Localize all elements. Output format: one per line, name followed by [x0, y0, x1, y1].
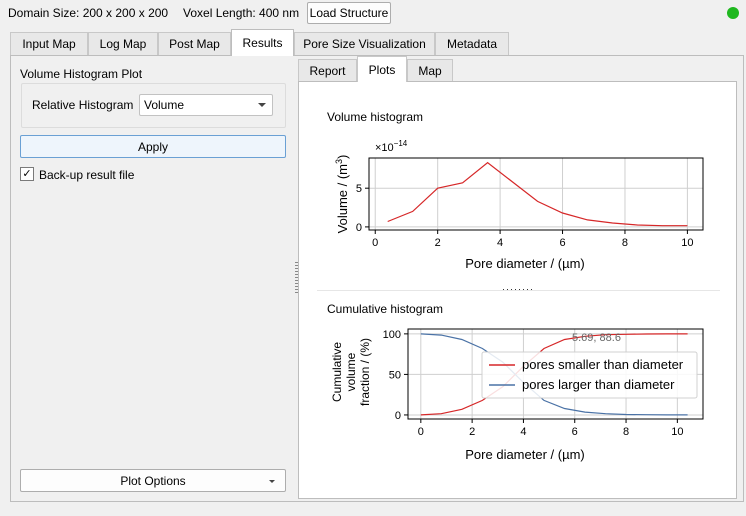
- horizontal-splitter-handle[interactable]: [503, 289, 533, 290]
- backup-checkbox[interactable]: ✓: [20, 167, 34, 181]
- y-tick-label: 50: [389, 369, 401, 381]
- plot-options-label: Plot Options: [120, 473, 186, 488]
- chevron-down-icon: [269, 480, 275, 483]
- volume-histogram-plot-title: Volume Histogram Plot: [20, 67, 143, 81]
- series-line-0: [387, 161, 688, 227]
- tab-pore-size-visualization[interactable]: Pore Size Visualization: [294, 32, 435, 55]
- x-tick-label: 10: [671, 426, 683, 438]
- check-icon: ✓: [22, 167, 32, 180]
- x-axis-label: Pore diameter / (µm): [465, 447, 584, 462]
- y-tick-label: 0: [356, 222, 362, 234]
- chart-title: Volume histogram: [327, 110, 423, 124]
- x-tick-label: 0: [418, 426, 424, 438]
- tab-results[interactable]: Results: [231, 29, 294, 56]
- x-tick-label: 8: [623, 426, 629, 438]
- svg-text:fraction / (%): fraction / (%): [358, 338, 372, 406]
- y-tick-label: 100: [383, 329, 401, 341]
- x-tick-label: 2: [435, 237, 441, 249]
- relative-histogram-select[interactable]: Volume: [139, 94, 273, 116]
- tab-post-map[interactable]: Post Map: [158, 32, 231, 55]
- y-tick-label: 5: [356, 183, 362, 195]
- tab-input-map[interactable]: Input Map: [10, 32, 88, 55]
- legend-label: pores smaller than diameter: [522, 357, 684, 372]
- tab-plots[interactable]: Plots: [357, 56, 407, 82]
- load-structure-button[interactable]: Load Structure: [307, 2, 391, 24]
- domain-size-label: Domain Size: 200 x 200 x 200: [8, 6, 169, 20]
- plot-options-button[interactable]: Plot Options: [20, 469, 286, 492]
- tab-metadata[interactable]: Metadata: [435, 32, 509, 55]
- voxel-length-label: Voxel Length: 400 nm: [183, 6, 300, 20]
- y-axis-label: Cumulative volume fraction / (%): [330, 338, 372, 406]
- x-tick-label: 4: [520, 426, 526, 438]
- plot-area: [368, 157, 704, 231]
- y-axis-label: Volume / (m3): [334, 155, 350, 234]
- tab-report[interactable]: Report: [298, 59, 357, 81]
- y-tick-label: 0: [395, 410, 401, 422]
- legend-label: pores larger than diameter: [522, 377, 675, 392]
- svg-text:volume: volume: [344, 352, 358, 391]
- cursor-coordinate-readout: 5.69, 88.6: [572, 332, 621, 344]
- x-axis-label: Pore diameter / (µm): [465, 256, 584, 271]
- backup-label: Back-up result file: [39, 168, 135, 182]
- x-tick-label: 2: [469, 426, 475, 438]
- tab-map[interactable]: Map: [407, 59, 453, 81]
- x-tick-label: 4: [497, 237, 503, 249]
- apply-button[interactable]: Apply: [20, 135, 286, 158]
- x-tick-label: 8: [622, 237, 628, 249]
- status-indicator-icon: [727, 7, 739, 19]
- chevron-down-icon: [258, 103, 266, 107]
- cumulative-histogram-chart: Cumulative histogram 0 2 4 6 8 10 0 50 100 Pore…: [327, 302, 704, 462]
- chart-title: Cumulative histogram: [327, 302, 443, 316]
- x-tick-label: 6: [572, 426, 578, 438]
- relative-histogram-label: Relative Histogram: [32, 98, 134, 112]
- x-tick-label: 10: [681, 237, 693, 249]
- axis-offset-text: ×10−14: [375, 139, 408, 154]
- legend: pores smaller than diameter pores larger …: [481, 351, 698, 399]
- tab-log-map[interactable]: Log Map: [88, 32, 158, 55]
- volume-histogram-chart: Volume histogram 0 2 4 6 8 10 0 5 ×10−14 Pore …: [327, 110, 704, 271]
- svg-text:Cumulative: Cumulative: [330, 342, 344, 402]
- x-tick-label: 6: [559, 237, 565, 249]
- x-tick-label: 0: [372, 237, 378, 249]
- relative-histogram-value: Volume: [144, 98, 185, 112]
- splitter-divider: [317, 290, 720, 291]
